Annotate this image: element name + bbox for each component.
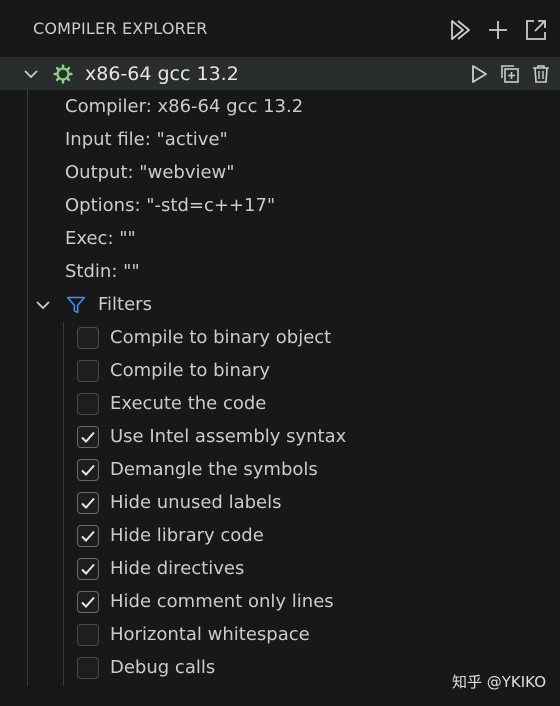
panel-title: COMPILER EXPLORER — [33, 19, 208, 38]
property-item: Options: "-std=c++17" — [0, 189, 560, 222]
checkbox-checked[interactable] — [77, 524, 99, 547]
filter-label: Use Intel assembly syntax — [110, 426, 347, 447]
checkbox-checked[interactable] — [77, 557, 99, 580]
property-output: Output: "webview" — [65, 162, 235, 183]
filter-item[interactable]: Compile to binary object — [0, 321, 560, 354]
checkbox-checked[interactable] — [77, 491, 99, 514]
check-icon — [81, 464, 95, 476]
compiler-actions — [468, 63, 552, 85]
property-exec: Exec: "" — [65, 228, 136, 249]
filter-label: Debug calls — [110, 657, 216, 678]
run-button[interactable] — [468, 63, 490, 85]
property-item: Output: "webview" — [0, 156, 560, 189]
filter-item[interactable]: Demangle the symbols — [0, 453, 560, 486]
add-compiler-button[interactable] — [484, 16, 512, 44]
filter-icon — [66, 295, 86, 315]
compiler-explorer-panel: COMPILER EXPLORER x86-64 gcc 13.2 Compil… — [0, 0, 560, 706]
check-icon — [81, 563, 95, 575]
filters-label: Filters — [98, 294, 152, 315]
run-all-icon — [451, 20, 470, 40]
filter-label: Compile to binary object — [110, 327, 332, 348]
open-external-icon — [526, 20, 546, 40]
filter-label: Hide directives — [110, 558, 245, 579]
filter-item[interactable]: Hide library code — [0, 519, 560, 552]
filter-item[interactable]: Hide unused labels — [0, 486, 560, 519]
clone-icon — [501, 64, 519, 83]
delete-button[interactable] — [530, 63, 552, 85]
checkbox-checked[interactable] — [77, 425, 99, 448]
filter-item[interactable]: Hide directives — [0, 552, 560, 585]
filters-tree-item[interactable]: Filters — [0, 288, 560, 321]
compiler-tree-item[interactable]: x86-64 gcc 13.2 — [0, 57, 560, 90]
property-stdin: Stdin: "" — [65, 261, 140, 282]
checkbox-unchecked[interactable] — [77, 392, 99, 415]
filter-label: Hide library code — [110, 525, 264, 546]
open-external-button[interactable] — [522, 16, 550, 44]
compiler-name: x86-64 gcc 13.2 — [85, 62, 239, 85]
header-actions — [446, 16, 550, 44]
property-item: Compiler: x86-64 gcc 13.2 — [0, 90, 560, 123]
checkbox-unchecked[interactable] — [77, 359, 99, 382]
checkbox-unchecked[interactable] — [77, 326, 99, 349]
watermark: 知乎 @YKIKO — [451, 673, 546, 691]
filter-label: Compile to binary — [110, 360, 271, 381]
clone-button[interactable] — [499, 63, 521, 85]
property-item: Input file: "active" — [0, 123, 560, 156]
property-item: Stdin: "" — [0, 255, 560, 288]
chevron-down-icon[interactable] — [33, 295, 53, 315]
filter-item[interactable]: Use Intel assembly syntax — [0, 420, 560, 453]
filter-label: Demangle the symbols — [110, 459, 318, 480]
check-icon — [81, 596, 95, 608]
property-input-file: Input file: "active" — [65, 129, 228, 150]
filter-item[interactable]: Compile to binary — [0, 354, 560, 387]
filter-item[interactable]: Execute the code — [0, 387, 560, 420]
filter-label: Execute the code — [110, 393, 267, 414]
gear-icon — [53, 63, 73, 84]
add-icon — [489, 21, 507, 39]
run-all-button[interactable] — [446, 16, 474, 44]
property-options: Options: "-std=c++17" — [65, 195, 276, 216]
filter-label: Horizontal whitespace — [110, 624, 310, 645]
trash-icon — [533, 64, 549, 83]
filter-item[interactable]: Horizontal whitespace — [0, 618, 560, 651]
chevron-down-icon[interactable] — [21, 64, 41, 84]
checkbox-unchecked[interactable] — [77, 623, 99, 646]
property-compiler: Compiler: x86-64 gcc 13.2 — [65, 96, 304, 117]
property-item: Exec: "" — [0, 222, 560, 255]
panel-header: COMPILER EXPLORER — [0, 0, 560, 56]
checkbox-checked[interactable] — [77, 590, 99, 613]
check-icon — [81, 497, 95, 509]
filter-item[interactable]: Hide comment only lines — [0, 585, 560, 618]
check-icon — [81, 431, 95, 443]
filter-label: Hide unused labels — [110, 492, 282, 513]
play-icon — [472, 64, 487, 83]
checkbox-checked[interactable] — [77, 458, 99, 481]
filter-label: Hide comment only lines — [110, 591, 334, 612]
checkbox-unchecked[interactable] — [77, 656, 99, 679]
check-icon — [81, 530, 95, 542]
